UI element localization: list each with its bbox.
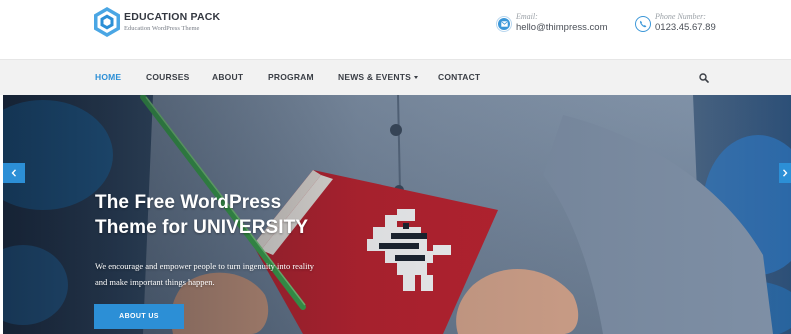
hero-description-line-2: and make important things happen. <box>95 277 215 287</box>
brand-tagline: Education WordPress Theme <box>124 24 200 32</box>
phone-label: Phone Number: <box>655 12 706 21</box>
chevron-left-icon <box>11 169 17 177</box>
nav-item-news-events-label: NEWS & EVENTS <box>338 72 411 82</box>
nav-item-about[interactable]: ABOUT <box>212 72 243 82</box>
chevron-right-icon <box>782 169 788 177</box>
nav-item-home[interactable]: HOME <box>95 72 121 82</box>
slider-next-button[interactable] <box>779 163 791 183</box>
search-icon[interactable] <box>699 73 709 83</box>
hero-title-line-1: The Free WordPress <box>95 192 282 213</box>
main-nav: HOME COURSES ABOUT PROGRAM NEWS & EVENTS… <box>0 59 791 95</box>
nav-item-contact[interactable]: CONTACT <box>438 72 480 82</box>
hero-description-line-1: We encourage and empower people to turn … <box>95 261 315 271</box>
contact-email: Email: hello@thimpress.com <box>496 13 607 33</box>
site-logo[interactable]: EDUCATION PACK Education WordPress Theme <box>93 6 220 38</box>
nav-item-news-events[interactable]: NEWS & EVENTS <box>338 72 418 82</box>
nav-item-courses[interactable]: COURSES <box>146 72 189 82</box>
envelope-icon <box>496 16 512 32</box>
hero-title: The Free WordPress Theme for UNIVERSITY <box>95 190 308 240</box>
hero-title-line-2: Theme for UNIVERSITY <box>95 217 309 238</box>
brand-name: EDUCATION PACK <box>124 11 221 23</box>
hero-description: We encourage and empower people to turn … <box>95 258 314 290</box>
slider-prev-button[interactable] <box>3 163 25 183</box>
site-header: EDUCATION PACK Education WordPress Theme… <box>0 0 791 59</box>
phone-number[interactable]: 0123.45.67.89 <box>655 23 716 33</box>
chevron-down-icon <box>413 76 418 80</box>
hero-slider: The Free WordPress Theme for UNIVERSITY … <box>3 95 791 334</box>
nav-item-program[interactable]: PROGRAM <box>268 72 314 82</box>
contact-phone: Phone Number: 0123.45.67.89 <box>635 13 716 33</box>
email-label: Email: <box>516 12 538 21</box>
about-us-button[interactable]: ABOUT US <box>94 304 184 329</box>
email-link[interactable]: hello@thimpress.com <box>516 23 607 33</box>
hexagon-logo-icon <box>94 7 120 37</box>
phone-icon <box>635 16 651 32</box>
